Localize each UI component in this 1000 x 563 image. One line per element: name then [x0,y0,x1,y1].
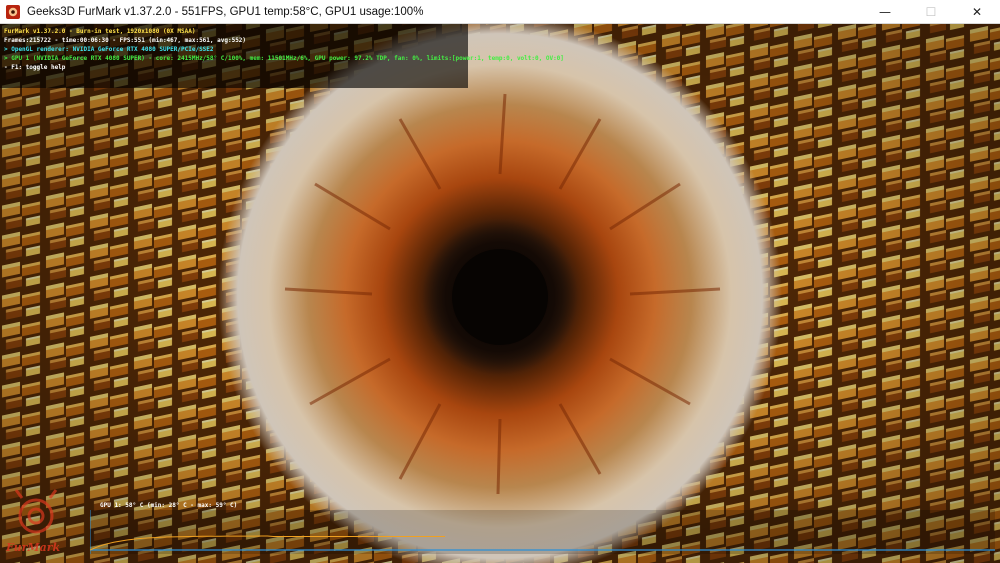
minimize-button[interactable]: — [862,0,908,23]
window-controls: — ☐ ✕ [862,0,1000,23]
render-viewport[interactable]: FurMark v1.37.2.0 - Burn-in test, 1920x1… [0,24,1000,563]
temp-graph-label: GPU 1: 58° C (min: 28° C - max: 59° C) [100,502,238,509]
hud-overlay: FurMark v1.37.2.0 - Burn-in test, 1920x1… [0,24,564,88]
close-button[interactable]: ✕ [954,0,1000,23]
furmark-window: Geeks3D FurMark v1.37.2.0 - 551FPS, GPU1… [0,0,1000,563]
hud-title-line: FurMark v1.37.2.0 - Burn-in test, 1920x1… [4,28,196,35]
hud-gpu-line: > GPU 1 (NVIDIA GeForce RTX 4080 SUPER) … [4,55,564,62]
hud-frames-line: Frames:215722 - time:00:06:30 - FPS:551 … [4,37,247,44]
furmark-app-icon [6,4,20,19]
fur-donut-render [0,24,1000,563]
furmark-logo-text: FurMark [6,541,61,554]
maximize-button[interactable]: ☐ [908,0,954,23]
title-bar[interactable]: Geeks3D FurMark v1.37.2.0 - 551FPS, GPU1… [0,0,1000,24]
window-title: Geeks3D FurMark v1.37.2.0 - 551FPS, GPU1… [27,5,424,18]
hud-renderer-line: > OpenGL renderer: NVIDIA GeForce RTX 40… [4,46,214,53]
temperature-graph [90,510,995,554]
hud-help-line: - F1: toggle help [4,64,66,71]
